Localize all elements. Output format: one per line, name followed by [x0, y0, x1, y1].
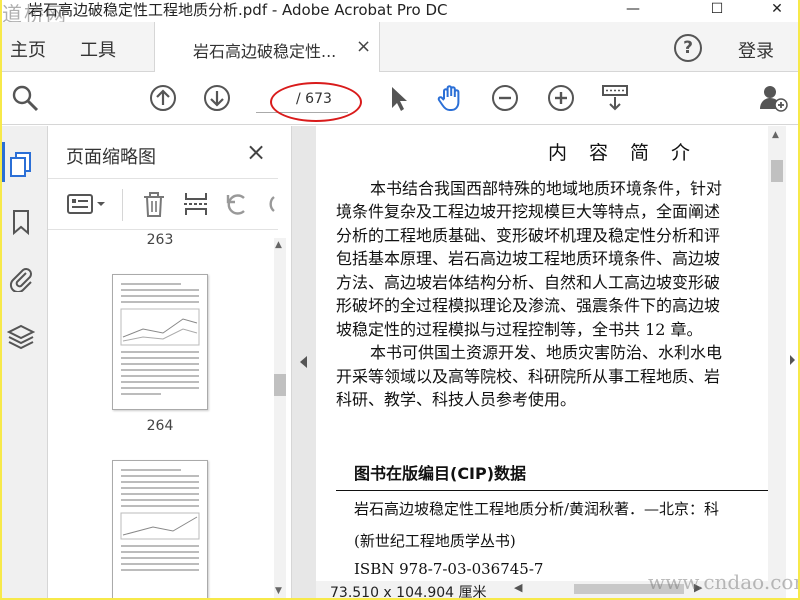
collapse-panel-icon[interactable] [300, 356, 307, 368]
document-view[interactable]: 内容简介 本书结合我国西部特殊的地域地质环境条件，针对 境条件复杂及工程边坡开挖… [316, 126, 798, 598]
rotate-left-icon[interactable] [222, 189, 250, 219]
left-navigation-rail [2, 126, 48, 598]
zoom-in-icon[interactable] [546, 83, 576, 113]
tab-document-label: 岩石高边破稳定性... [193, 42, 337, 61]
window-title: 岩石高边破稳定性工程地质分析.pdf - Adobe Acrobat Pro D… [28, 1, 448, 19]
body-line: 形破坏的全过程模拟理论及渗流、强震条件下的高边坡 [336, 296, 721, 315]
page-number-label: 263 [146, 232, 174, 244]
tab-bar: 主页 工具 岩石高边破稳定性... × ? 登录 [2, 22, 798, 72]
extract-page-icon[interactable] [182, 189, 210, 219]
maximize-button[interactable]: ☐ [694, 0, 740, 20]
active-indicator [2, 142, 5, 182]
body-line: 包括基本原理、岩石高边坡工程地质环境条件、高边坡 [336, 249, 721, 268]
rotate-right-icon[interactable] [260, 189, 278, 219]
thumbnails-scrollbar[interactable]: ▲ ▼ [274, 238, 286, 598]
page-down-icon[interactable] [202, 83, 232, 113]
body-line: 方法、高边坡岩体结构分析、自然和人工高边坡变形破 [336, 273, 721, 292]
annotation-circle [270, 82, 362, 122]
cip-line: (新世纪工程地质学丛书) [354, 532, 516, 550]
main-toolbar: / 673 [2, 73, 798, 125]
close-panel-icon[interactable]: × [246, 138, 266, 166]
tab-document[interactable]: 岩石高边破稳定性... × [154, 22, 380, 72]
section-heading: 内容简介 [548, 142, 713, 164]
login-button[interactable]: 登录 [738, 37, 774, 63]
body-line: 坡稳定性的过程模拟与过程控制等，全书共 12 章。 [336, 320, 703, 339]
cip-line: 岩石高边坡稳定性工程地质分析/黄润秋著．—北京：科 [354, 500, 720, 518]
panel-splitter[interactable] [292, 126, 316, 598]
thumbnail-options-icon[interactable] [66, 189, 110, 219]
scrollbar-thumb[interactable] [274, 374, 286, 396]
page-up-icon[interactable] [148, 83, 178, 113]
thumbnails-toolbar [48, 178, 278, 230]
page-number-label: 264 [146, 418, 174, 434]
zoom-out-icon[interactable] [490, 83, 520, 113]
body-line: 本书结合我国西部特殊的地域地质环境条件，针对 [370, 179, 723, 198]
page-thumbnail[interactable] [112, 274, 208, 410]
watermark-bottom-right: www.cndao.com [648, 570, 798, 594]
scroll-left-icon[interactable]: ◀ [514, 581, 522, 594]
minimize-button[interactable]: — [610, 0, 656, 20]
toolbar-separator [122, 189, 123, 221]
body-line: 境条件复杂及工程边坡开挖规模巨大等特点，全面阐述 [336, 202, 721, 221]
tab-tools[interactable]: 工具 [80, 36, 116, 62]
close-tab-icon[interactable]: × [356, 36, 371, 57]
thumbnail-figure [120, 512, 200, 540]
right-panel-handle-icon[interactable] [790, 355, 795, 365]
document-vertical-scrollbar[interactable]: ▲ [768, 126, 786, 598]
page-thumbnails-icon[interactable] [7, 150, 35, 178]
scrollbar-thumb[interactable] [771, 160, 783, 182]
page-thumbnail[interactable] [112, 460, 208, 598]
cip-heading: 图书在版编目(CIP)数据 [354, 464, 527, 483]
help-icon[interactable]: ? [674, 34, 702, 62]
tab-home[interactable]: 主页 [10, 36, 46, 62]
attachment-icon[interactable] [7, 264, 35, 292]
thumbnail-figure [120, 308, 200, 346]
document-page: 内容简介 本书结合我国西部特殊的地域地质环境条件，针对 境条件复杂及工程边坡开挖… [316, 126, 786, 581]
bookmark-icon[interactable] [7, 208, 35, 236]
page-size-status: 73.510 x 104.904 厘米 [330, 585, 487, 598]
thumbnails-panel: 页面缩略图 × 263 264 ▲ ▼ [48, 126, 292, 598]
delete-page-icon[interactable] [140, 189, 168, 219]
cip-rule [336, 490, 786, 491]
title-bar: 岩石高边破稳定性工程地质分析.pdf - Adobe Acrobat Pro D… [2, 0, 798, 26]
body-line: 分析的工程地质基础、变形破坏机理及稳定性分析和评 [336, 226, 721, 245]
thumbnails-title: 页面缩略图 [66, 147, 156, 168]
app-window: 岩石高边破稳定性工程地质分析.pdf - Adobe Acrobat Pro D… [2, 0, 798, 598]
layers-icon[interactable] [7, 322, 35, 350]
body-line: 科研、教学、科技人员参考使用。 [336, 390, 577, 409]
body-line: 本书可供国土资源开发、地质灾害防治、水利水电 [370, 343, 723, 362]
close-window-button[interactable]: ✕ [754, 0, 798, 20]
share-user-icon[interactable] [758, 83, 788, 113]
read-mode-icon[interactable] [600, 83, 630, 113]
hand-tool-icon[interactable] [436, 83, 466, 113]
cip-line: ISBN 978-7-03-036745-7 [354, 560, 544, 578]
select-arrow-icon[interactable] [384, 83, 414, 113]
body-line: 开采等领域以及高等院校、科研院所从事工程地质、岩 [336, 367, 721, 386]
search-icon[interactable] [10, 83, 40, 113]
